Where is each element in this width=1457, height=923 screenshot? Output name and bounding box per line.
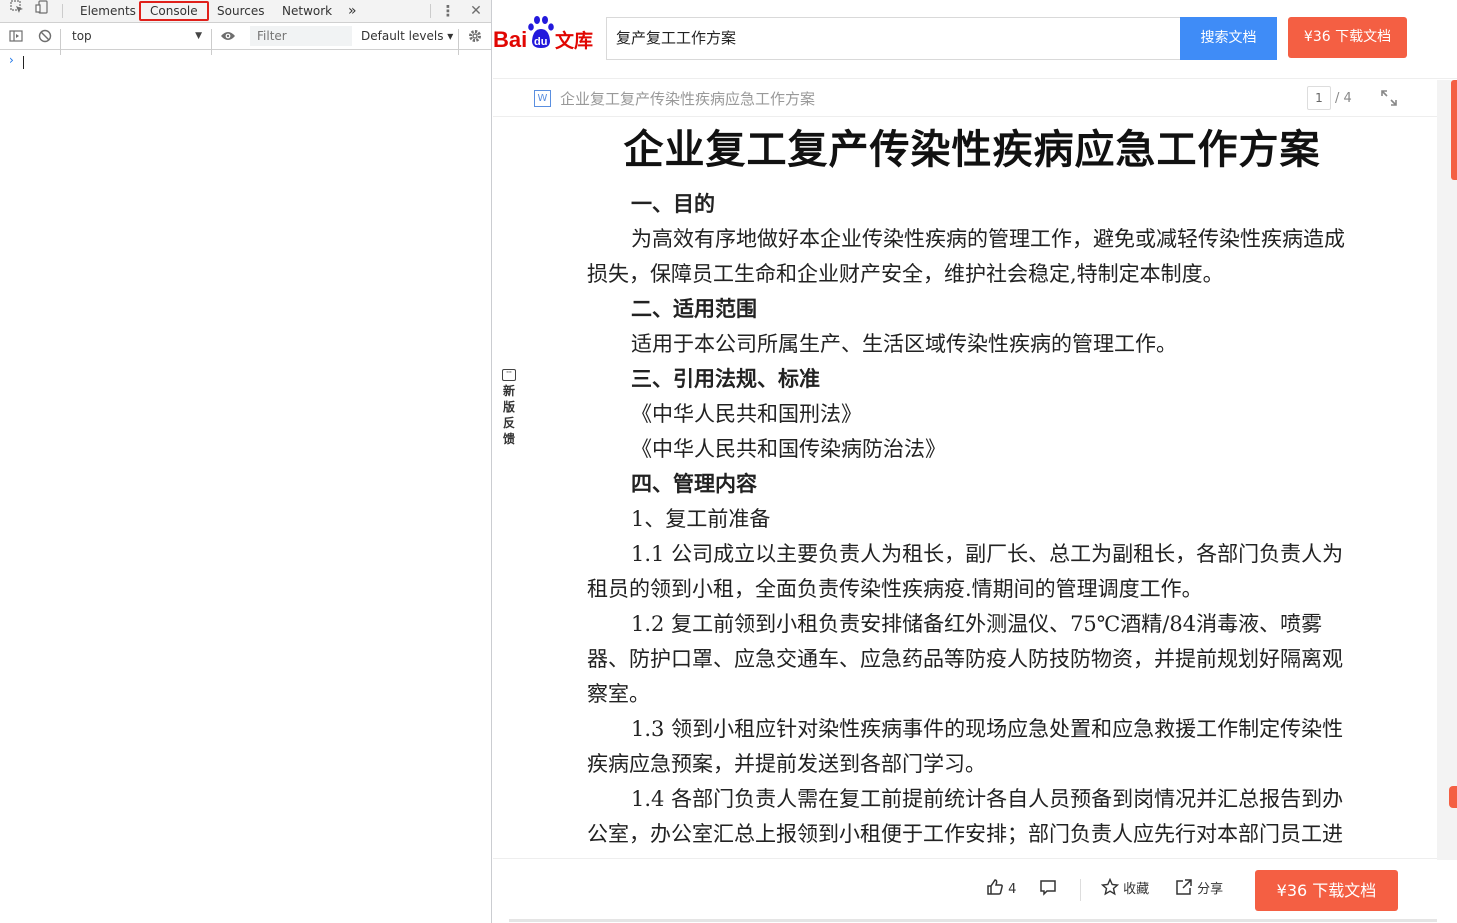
word-file-icon: W <box>534 90 551 107</box>
document-body: 一、目的为高效有序地做好本企业传染性疾病的管理工作，避免或减轻传染性疾病造成损失… <box>587 187 1347 857</box>
paragraph: 1.3 领到小租应针对染性疾病事件的现场应急处置和应急救援工作制定传染性疾病应急… <box>587 717 1344 776</box>
doc-toolbar: W 企业复工复产传染性疾病应急工作方案 1 / 4 <box>493 80 1437 117</box>
paragraph: 1.4 各部门负责人需在复工前提前统计各自人员预备到岗情况并汇总报告到办公室，办… <box>587 787 1344 846</box>
devtools-tabbar: Elements Console Sources Network » ⋮ ✕ <box>0 0 491 23</box>
like-count: 4 <box>1008 882 1017 897</box>
horizontal-scrollbar[interactable] <box>509 919 1437 922</box>
svg-text:Bai: Bai <box>493 27 527 52</box>
more-tabs-icon[interactable]: » <box>346 0 359 22</box>
search-docs-button[interactable]: 搜索文档 <box>1180 17 1277 60</box>
wenku-page: Bai du 文库 搜索文档 ¥36 下载文档 W 企业复工复产传染性疾病应急工… <box>493 0 1457 923</box>
like-button[interactable]: 4 <box>986 859 1016 921</box>
devtools-menu-icon[interactable]: ⋮ <box>439 0 457 22</box>
section-heading: 四、管理内容 <box>631 472 757 496</box>
baidu-wenku-logo[interactable]: Bai du 文库 <box>493 14 597 54</box>
download-button-top[interactable]: ¥36 下载文档 <box>1288 17 1407 58</box>
toolbar-divider <box>430 4 431 18</box>
paragraph: 为高效有序地做好本企业传染性疾病的管理工作，避免或减轻传染性疾病造成损失，保障员… <box>587 227 1345 286</box>
svg-text:du: du <box>534 36 547 48</box>
scroll-marker[interactable] <box>1451 80 1457 180</box>
tab-console[interactable]: Console <box>139 1 209 21</box>
comment-icon[interactable] <box>1039 859 1057 921</box>
console-input-caret[interactable] <box>23 56 24 69</box>
inspect-element-icon[interactable] <box>8 0 26 22</box>
devtools-panel: Elements Console Sources Network » ⋮ ✕ t… <box>0 0 492 923</box>
section-heading: 一、目的 <box>631 192 715 216</box>
share-label: 分享 <box>1197 882 1224 897</box>
toolbar-divider <box>62 4 63 18</box>
paragraph: 适用于本公司所属生产、生活区域传染性疾病的管理工作。 <box>631 332 1177 356</box>
download-button-bottom[interactable]: ¥36 下载文档 <box>1255 870 1398 911</box>
paragraph: 1.1 公司成立以主要负责人为租长，副厂长、总工为副租长，各部门负责人为租员的领… <box>587 542 1344 601</box>
tab-elements[interactable]: Elements <box>78 0 138 22</box>
page-total: / 4 <box>1335 91 1352 106</box>
console-prompt-icon: › <box>9 53 14 67</box>
log-levels-dropdown[interactable]: Default levels ▾ <box>361 23 453 49</box>
collect-button[interactable]: 收藏 <box>1100 859 1150 921</box>
section-heading: 二、适用范围 <box>631 297 757 321</box>
clear-console-icon[interactable] <box>36 23 54 49</box>
side-float-tab[interactable] <box>1449 786 1457 808</box>
search-box <box>606 17 1180 60</box>
fullscreen-expand-icon[interactable] <box>1380 89 1398 107</box>
collect-label: 收藏 <box>1123 882 1150 897</box>
section-heading: 三、引用法规、标准 <box>631 367 820 391</box>
divider <box>1080 879 1081 901</box>
svg-text:文库: 文库 <box>555 29 593 52</box>
site-header: Bai du 文库 搜索文档 ¥36 下载文档 <box>493 0 1457 79</box>
context-value: top <box>72 29 92 43</box>
document-title: 企业复工复产传染性疾病应急工作方案 <box>623 127 1321 173</box>
console-output[interactable]: › <box>0 51 491 923</box>
tab-sources[interactable]: Sources <box>215 0 266 22</box>
paragraph: 《中华人民共和国刑法》 <box>631 402 862 426</box>
gear-icon[interactable] <box>466 23 484 49</box>
paragraph: 1、复工前准备 <box>631 507 771 531</box>
eye-icon[interactable] <box>219 23 237 49</box>
context-selector[interactable]: top ▼ <box>66 23 206 49</box>
chevron-down-icon: ▼ <box>195 31 202 41</box>
bottom-action-bar: 4 收藏 分享 ¥36 下载文档 <box>493 858 1437 923</box>
console-filter-input[interactable] <box>250 26 352 46</box>
console-toolbar: top ▼ Default levels ▾ <box>0 23 491 55</box>
page-number-input[interactable]: 1 <box>1307 86 1331 110</box>
device-toolbar-icon[interactable] <box>33 0 51 22</box>
search-input[interactable] <box>616 18 1176 59</box>
sidebar-toggle-icon[interactable] <box>7 23 25 49</box>
paragraph: 《中华人民共和国传染病防治法》 <box>631 437 946 461</box>
share-button[interactable]: 分享 <box>1175 859 1223 921</box>
paragraph: 1.2 复工前领到小租负责安排储备红外测温仪、75℃酒精/84消毒液、喷雾器、防… <box>587 612 1343 706</box>
doc-bar-title: 企业复工复产传染性疾病应急工作方案 <box>560 90 816 108</box>
document-page[interactable]: 企业复工复产传染性疾病应急工作方案 一、目的为高效有序地做好本企业传染性疾病的管… <box>493 117 1437 857</box>
right-scroll-strip[interactable] <box>1437 80 1457 860</box>
close-devtools-icon[interactable]: ✕ <box>467 0 485 22</box>
tab-network[interactable]: Network <box>280 0 334 22</box>
